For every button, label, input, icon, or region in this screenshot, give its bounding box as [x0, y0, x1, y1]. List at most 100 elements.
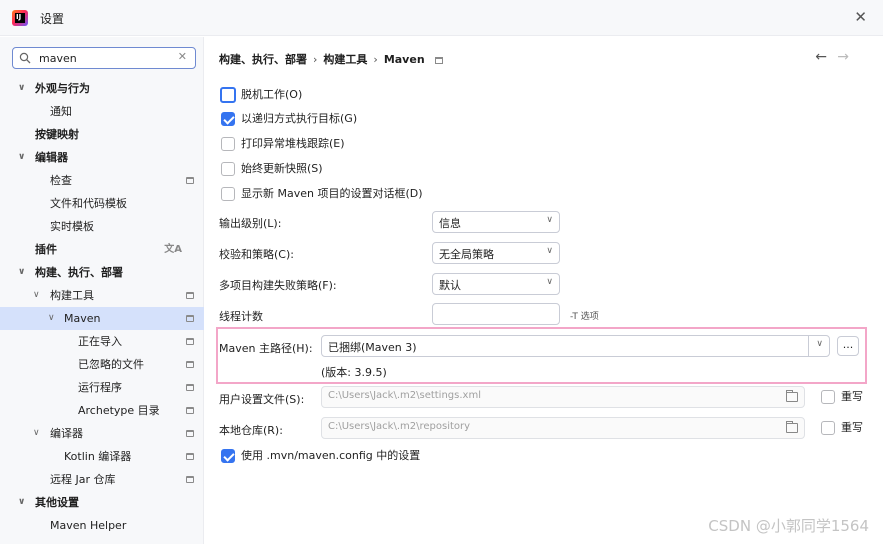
- failure-policy-value: 默认: [439, 279, 461, 292]
- update-snapshots-label: 始终更新快照(S): [241, 162, 323, 175]
- sidebar-item-compiler[interactable]: ∨ 编译器: [0, 422, 204, 445]
- sidebar-item-remote-jar-repos[interactable]: 远程 Jar 仓库: [0, 468, 204, 491]
- output-level-select[interactable]: 信息 ∨: [432, 211, 560, 233]
- failure-policy-select[interactable]: 默认 ∨: [432, 273, 560, 295]
- maven-home-select[interactable]: 已捆绑(Maven 3) ∨: [321, 335, 830, 357]
- user-settings-label: 用户设置文件(S):: [219, 393, 305, 406]
- show-dialog-checkbox[interactable]: [221, 187, 235, 201]
- sidebar-item-live-templates[interactable]: 实时模板: [0, 215, 204, 238]
- maven-version-text: (版本: 3.9.5): [321, 366, 387, 379]
- close-icon[interactable]: ✕: [854, 8, 867, 26]
- sidebar-item-label: Maven Helper: [50, 519, 127, 532]
- search-box[interactable]: ✕: [12, 47, 196, 69]
- sidebar-item-plugins[interactable]: 插件 文A: [0, 238, 204, 261]
- breadcrumb-separator-icon: ›: [373, 53, 378, 66]
- project-scope-icon: [186, 384, 194, 391]
- sidebar-item-maven-helper[interactable]: Maven Helper: [0, 514, 204, 537]
- project-scope-icon: [186, 430, 194, 437]
- chevron-down-icon[interactable]: ∨: [33, 284, 45, 307]
- chevron-down-icon[interactable]: ∨: [18, 491, 30, 514]
- local-repo-path: C:\Users\Jack\.m2\repository: [328, 421, 471, 432]
- sidebar-item-build-tools[interactable]: ∨ 构建工具: [0, 284, 204, 307]
- window-title: 设置: [40, 12, 65, 26]
- clear-search-icon[interactable]: ✕: [178, 50, 187, 63]
- print-stack-label: 打印异常堆栈跟踪(E): [241, 137, 345, 150]
- recursive-checkbox[interactable]: [221, 112, 235, 126]
- chevron-down-icon: ∨: [546, 277, 553, 287]
- use-mvn-config-checkbox[interactable]: [221, 449, 235, 463]
- folder-icon[interactable]: [786, 421, 798, 433]
- sidebar-item-notifications[interactable]: 通知: [0, 100, 204, 123]
- project-scope-icon: [186, 338, 194, 345]
- sidebar-item-kotlin-compiler[interactable]: Kotlin 编译器: [0, 445, 204, 468]
- folder-icon[interactable]: [786, 390, 798, 402]
- browse-maven-home-button[interactable]: ...: [837, 336, 859, 356]
- thread-count-hint: -T 选项: [570, 312, 599, 322]
- sidebar-item-inspections[interactable]: 检查: [0, 169, 204, 192]
- chevron-down-icon: ∨: [816, 339, 823, 349]
- combo-divider: [808, 336, 809, 356]
- breadcrumb-item[interactable]: 构建、执行、部署: [219, 53, 307, 66]
- output-level-value: 信息: [439, 217, 461, 230]
- sidebar-item-label: 外观与行为: [35, 82, 90, 95]
- chevron-down-icon[interactable]: ∨: [33, 422, 45, 445]
- sidebar-item-editor[interactable]: ∨ 编辑器: [0, 146, 204, 169]
- thread-count-input[interactable]: [432, 303, 560, 325]
- intellij-logo-icon: IJ: [12, 10, 28, 26]
- local-repo-override-checkbox[interactable]: [821, 421, 835, 435]
- user-settings-override-checkbox[interactable]: [821, 390, 835, 404]
- sidebar-item-ignored-files[interactable]: 已忽略的文件: [0, 353, 204, 376]
- sidebar-item-archetype-catalogs[interactable]: Archetype 目录: [0, 399, 204, 422]
- breadcrumb-current: Maven: [383, 53, 425, 66]
- sidebar-item-other-settings[interactable]: ∨ 其他设置: [0, 491, 204, 514]
- maven-home-value: 已捆绑(Maven 3): [328, 341, 417, 354]
- print-stack-checkbox[interactable]: [221, 137, 235, 151]
- sidebar-item-label: 构建工具: [50, 289, 94, 302]
- sidebar-item-runner[interactable]: 运行程序: [0, 376, 204, 399]
- sidebar-item-label: 检查: [50, 174, 72, 187]
- offline-label: 脱机工作(O): [241, 88, 303, 101]
- recursive-label: 以递归方式执行目标(G): [241, 112, 358, 125]
- local-repo-input[interactable]: C:\Users\Jack\.m2\repository: [321, 417, 805, 439]
- sidebar-item-label: 其他设置: [35, 496, 79, 509]
- forward-arrow-icon[interactable]: →: [837, 49, 849, 65]
- sidebar-item-label: Kotlin 编译器: [64, 450, 132, 463]
- breadcrumb-item[interactable]: 构建工具: [323, 53, 367, 66]
- failure-policy-label: 多项目构建失败策略(F):: [219, 279, 337, 292]
- search-input[interactable]: [39, 50, 169, 66]
- sidebar-item-label: 按键映射: [35, 128, 79, 141]
- chevron-down-icon: ∨: [546, 215, 553, 225]
- chevron-down-icon[interactable]: ∨: [48, 307, 60, 330]
- sidebar-item-keymap[interactable]: 按键映射: [0, 123, 204, 146]
- project-scope-icon: [186, 361, 194, 368]
- maven-home-label: Maven 主路径(H):: [219, 342, 313, 355]
- project-scope-icon: [186, 453, 194, 460]
- project-scope-icon: [186, 292, 194, 299]
- chevron-down-icon[interactable]: ∨: [18, 77, 30, 100]
- sidebar-item-importing[interactable]: 正在导入: [0, 330, 204, 353]
- watermark: CSDN @小郭同学1564: [708, 517, 869, 535]
- sidebar-item-build-execution[interactable]: ∨ 构建、执行、部署: [0, 261, 204, 284]
- sidebar-item-appearance[interactable]: ∨ 外观与行为: [0, 77, 204, 100]
- update-snapshots-checkbox[interactable]: [221, 162, 235, 176]
- sidebar-item-label: 正在导入: [78, 335, 122, 348]
- chevron-down-icon[interactable]: ∨: [18, 146, 30, 169]
- sidebar-item-label: 运行程序: [78, 381, 122, 394]
- sidebar-item-file-templates[interactable]: 文件和代码模板: [0, 192, 204, 215]
- user-settings-input[interactable]: C:\Users\Jack\.m2\settings.xml: [321, 386, 805, 408]
- breadcrumb-separator-icon: ›: [313, 53, 318, 66]
- checksum-policy-select[interactable]: 无全局策略 ∨: [432, 242, 560, 264]
- back-arrow-icon[interactable]: ←: [815, 49, 827, 65]
- project-scope-icon: [434, 57, 443, 64]
- local-repo-label: 本地仓库(R):: [219, 424, 283, 437]
- show-dialog-label: 显示新 Maven 项目的设置对话框(D): [241, 187, 423, 200]
- breadcrumb: 构建、执行、部署 › 构建工具 › Maven: [219, 51, 443, 67]
- offline-checkbox[interactable]: [220, 87, 236, 103]
- checksum-policy-label: 校验和策略(C):: [219, 248, 294, 261]
- maven-settings-panel: 构建、执行、部署 › 构建工具 › Maven ← → 脱机工作(O) 以递归方式执行目…: [205, 37, 883, 544]
- user-settings-path: C:\Users\Jack\.m2\settings.xml: [328, 390, 481, 401]
- chevron-down-icon[interactable]: ∨: [18, 261, 30, 284]
- sidebar-item-label: 构建、执行、部署: [35, 266, 123, 279]
- sidebar-item-maven[interactable]: ∨ Maven: [0, 307, 204, 330]
- user-settings-override-label: 重写: [841, 390, 863, 403]
